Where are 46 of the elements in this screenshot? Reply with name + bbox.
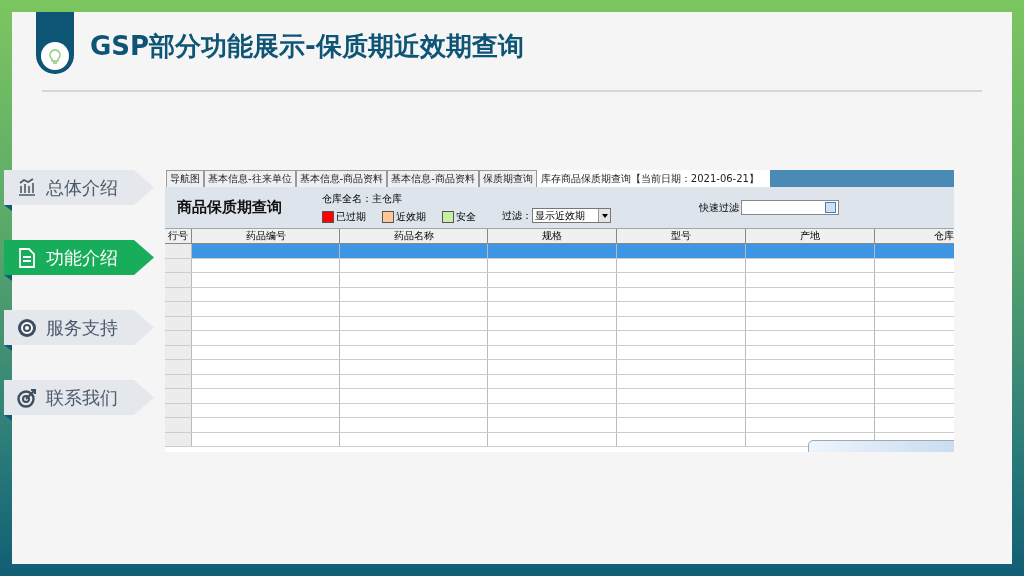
column-header: 规格: [488, 229, 617, 243]
table-row[interactable]: [165, 287, 954, 302]
lightbulb-icon: [41, 42, 69, 70]
table-row[interactable]: [165, 389, 954, 404]
nav-item[interactable]: 服务支持: [4, 310, 154, 345]
chart-icon: [16, 176, 38, 199]
table-row[interactable]: [165, 273, 954, 288]
table-row[interactable]: [165, 302, 954, 317]
column-header: 药品编号: [192, 229, 340, 243]
lookup-icon: [825, 202, 836, 213]
column-header: 仓库: [933, 229, 954, 243]
table-row[interactable]: [165, 403, 954, 418]
filter-dropdown[interactable]: 显示近效期: [532, 208, 611, 223]
tab[interactable]: 基本信息-商品资料: [295, 170, 388, 187]
table-row[interactable]: [165, 374, 954, 389]
table-row[interactable]: [165, 360, 954, 375]
legend-label: 已过期: [336, 209, 366, 224]
table-row[interactable]: [165, 418, 954, 433]
nav-item[interactable]: 联系我们: [4, 380, 154, 415]
tab[interactable]: 保质期查询: [478, 170, 537, 187]
table-row[interactable]: [165, 331, 954, 346]
nav-item[interactable]: 总体介绍: [4, 170, 154, 205]
table-row[interactable]: [165, 244, 954, 259]
column-header: 药品名称: [340, 229, 488, 243]
caret-icon: [601, 213, 608, 218]
page-heading: 商品保质期查询: [177, 198, 283, 217]
dart-icon: [16, 386, 38, 409]
quick-filter-label: 快速过滤: [699, 200, 739, 215]
filter-label: 过滤：: [502, 208, 532, 223]
table-row[interactable]: [165, 258, 954, 273]
quick-filter-field[interactable]: [741, 200, 839, 215]
tab[interactable]: 基本信息-商品资料: [387, 170, 479, 187]
target-icon: [16, 316, 38, 339]
dropdown-button[interactable]: [598, 209, 610, 222]
legend-label: 近效期: [396, 209, 426, 224]
column-header: 型号: [617, 229, 746, 243]
warehouse-label: 仓库全名：主仓库: [322, 191, 403, 206]
table-row[interactable]: [165, 345, 954, 360]
tab[interactable]: 基本信息-往来单位: [204, 170, 296, 187]
legend-label: 安全: [456, 209, 476, 224]
column-header: 行号: [165, 229, 192, 243]
document-icon: [16, 246, 38, 269]
slide-title: GSP部分功能展示-保质期近效期查询: [90, 30, 524, 62]
column-header: 产地: [746, 229, 875, 243]
table-row[interactable]: [165, 316, 954, 331]
tab[interactable]: 导航图: [166, 170, 204, 187]
